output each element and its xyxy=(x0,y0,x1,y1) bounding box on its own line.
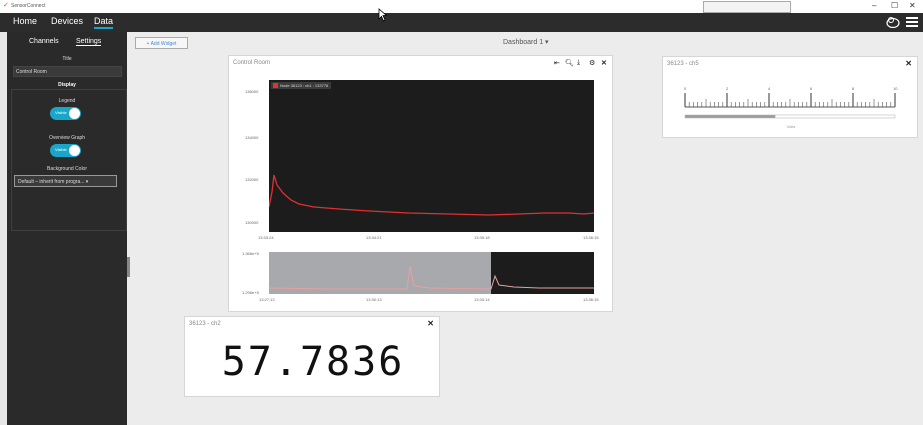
numeric-value: 57.7836 xyxy=(221,339,405,385)
overview-toggle-label: Visible xyxy=(55,147,67,152)
overview-x-tick-label: 13:30:13 xyxy=(366,297,382,302)
display-heading: Display xyxy=(58,82,76,88)
graph-widget-title: Control Room xyxy=(233,60,271,66)
tab-channels[interactable]: Channels xyxy=(29,38,59,45)
graph-widget[interactable]: Control Room ⇤ 🔍︎ ⤓ ⚙ ✕ 136000 134000 13… xyxy=(228,55,613,312)
overview-series-line xyxy=(269,265,594,290)
left-gutter xyxy=(0,32,7,425)
x-tick-label: 13:33:24 xyxy=(258,235,274,240)
overview-graph-toggle[interactable]: Visible xyxy=(50,144,81,157)
legend-toggle[interactable]: Visible xyxy=(50,107,81,120)
close-window-button[interactable]: ✕ xyxy=(909,1,916,10)
menu-data[interactable]: Data xyxy=(94,16,114,29)
series-line xyxy=(269,174,594,216)
y-tick-label: 136000 xyxy=(245,89,259,94)
ruler-scale xyxy=(684,93,896,119)
title-input[interactable]: Control Room xyxy=(13,66,122,77)
y-tick-label: 132000 xyxy=(245,177,259,182)
app-title: SensorConnect xyxy=(11,3,46,9)
y-tick-label: 130000 xyxy=(245,220,259,225)
ruler-value-bar xyxy=(685,115,776,118)
x-tick-label: 13:36:15 xyxy=(583,235,599,240)
main-series-svg xyxy=(269,174,594,216)
overview-x-tick-label: 13:36:15 xyxy=(583,297,599,302)
settings-sidebar: Channels Settings Title Control Room Dis… xyxy=(7,32,127,425)
legend-label: Legend xyxy=(58,98,76,104)
ruler-unit-label: Volts xyxy=(786,124,796,129)
legend-toggle-label: Visible xyxy=(55,110,67,115)
overview-x-tick-label: 13:27:13 xyxy=(259,297,275,302)
settings-icon[interactable]: ⚙ xyxy=(589,59,595,67)
y-tick-label: 134000 xyxy=(245,135,259,140)
close-widget-icon[interactable]: ✕ xyxy=(905,59,912,68)
numeric-widget-title: 36123 - ch2 xyxy=(189,321,221,327)
overview-graph-plot[interactable] xyxy=(269,252,594,294)
maximize-button[interactable]: ☐ xyxy=(891,1,898,10)
title-label: Title xyxy=(62,56,72,62)
mouse-cursor-icon xyxy=(378,8,388,22)
tab-settings[interactable]: Settings xyxy=(76,38,102,46)
menu-home[interactable]: Home xyxy=(13,16,37,26)
overview-graph-label: Overview Graph xyxy=(48,135,86,141)
x-tick-label: 13:35:18 xyxy=(474,235,490,240)
overview-series-svg xyxy=(269,265,594,290)
background-color-select[interactable]: Default – inherit from progra... ▾ xyxy=(14,175,117,187)
menu-devices[interactable]: Devices xyxy=(51,16,83,26)
main-graph-plot[interactable]: Node 36123 : ch1 : 133776 xyxy=(269,80,594,232)
app-logo-icon: ✓ xyxy=(3,2,9,9)
zoom-icon[interactable]: 🔍︎ xyxy=(565,59,574,67)
add-widget-button[interactable]: + Add Widget xyxy=(135,37,188,49)
background-color-label: Background Color xyxy=(46,166,88,172)
reset-zoom-icon[interactable]: ⇤ xyxy=(554,59,560,67)
overview-x-tick-label: 13:33:14 xyxy=(474,297,490,302)
close-widget-icon[interactable]: ✕ xyxy=(427,319,434,328)
toggle-knob xyxy=(69,145,80,156)
window-titlebar: ✓ SensorConnect – ☐ ✕ xyxy=(0,0,923,13)
x-tick-label: 13:34:21 xyxy=(366,235,382,240)
window-taskbar-thumbnail[interactable] xyxy=(703,1,791,13)
hamburger-menu-icon[interactable] xyxy=(906,16,918,28)
close-widget-icon[interactable]: ✕ xyxy=(601,59,607,67)
ruler-widget-title: 36123 - ch5 xyxy=(667,61,699,67)
download-icon[interactable]: ⤓ xyxy=(577,59,580,67)
toggle-knob xyxy=(69,108,80,119)
numeric-display-widget[interactable]: 36123 - ch2 ✕ 57.7836 xyxy=(184,316,440,397)
cloud-icon[interactable] xyxy=(886,16,900,28)
main-menu-bar: Home Devices Data xyxy=(0,13,923,32)
overview-y-tick-label: 1.366e+5 xyxy=(242,251,259,256)
overview-y-tick-label: 1.296e+5 xyxy=(242,290,259,295)
minimize-button[interactable]: – xyxy=(872,1,876,10)
ruler-gauge-widget[interactable]: 36123 - ch5 ✕ 0 2 4 6 8 10 Volts xyxy=(662,56,918,138)
sidebar-collapse-handle[interactable] xyxy=(127,257,130,277)
dashboard-select[interactable]: Dashboard 1 ▾ xyxy=(503,38,549,46)
